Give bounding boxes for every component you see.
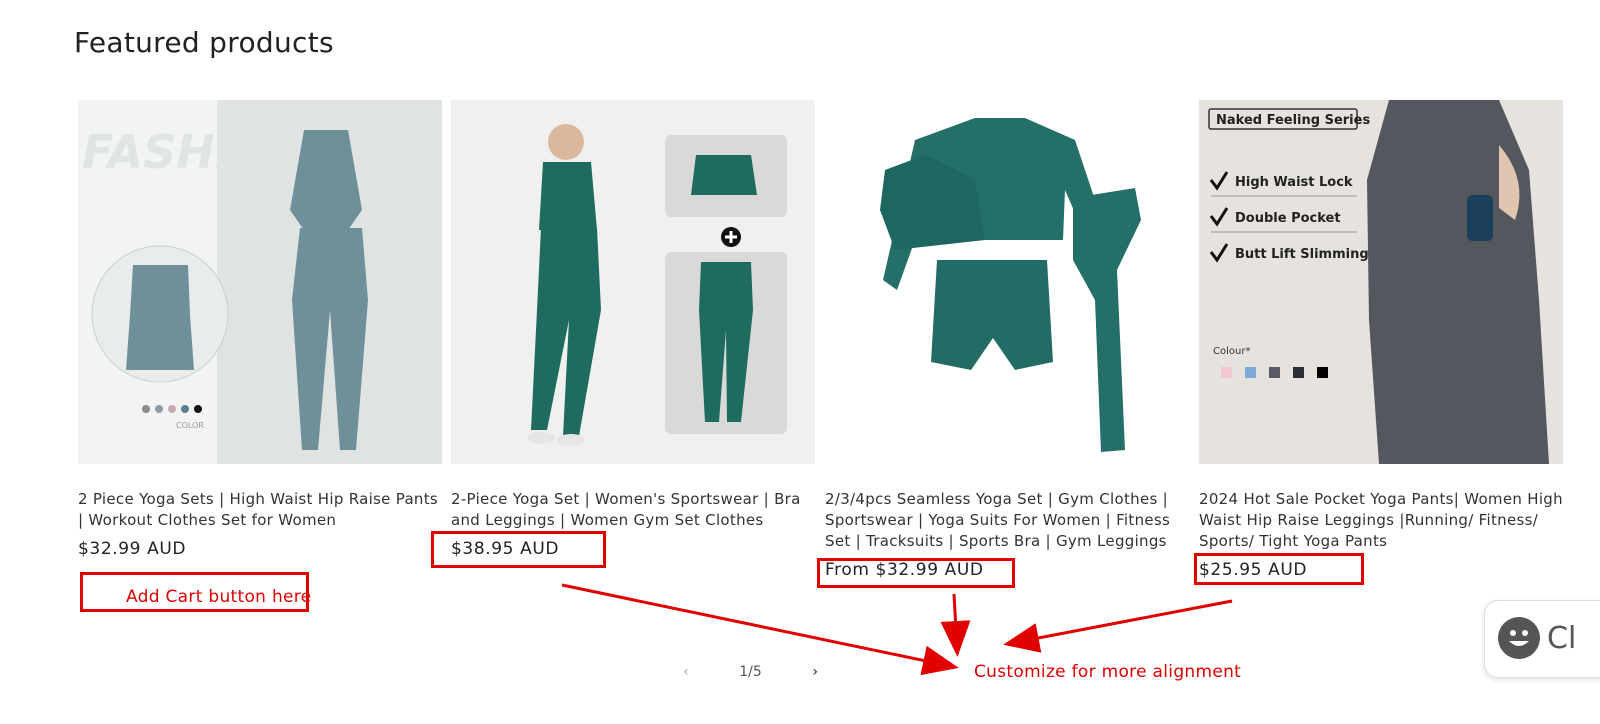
annotation-arrows: [561, 583, 1233, 676]
chevron-right-icon[interactable]: ›: [812, 664, 818, 680]
smiley-icon: [1498, 617, 1540, 659]
chat-widget[interactable]: Cl: [1484, 600, 1600, 678]
annotation-customize-text: Customize for more alignment: [974, 662, 1242, 682]
pagination-counter: 1/5: [739, 664, 762, 680]
slider-pagination: ‹ 1/5 ›: [683, 661, 818, 683]
chat-label: Cl: [1547, 621, 1577, 656]
chevron-left-icon[interactable]: ‹: [683, 664, 689, 680]
